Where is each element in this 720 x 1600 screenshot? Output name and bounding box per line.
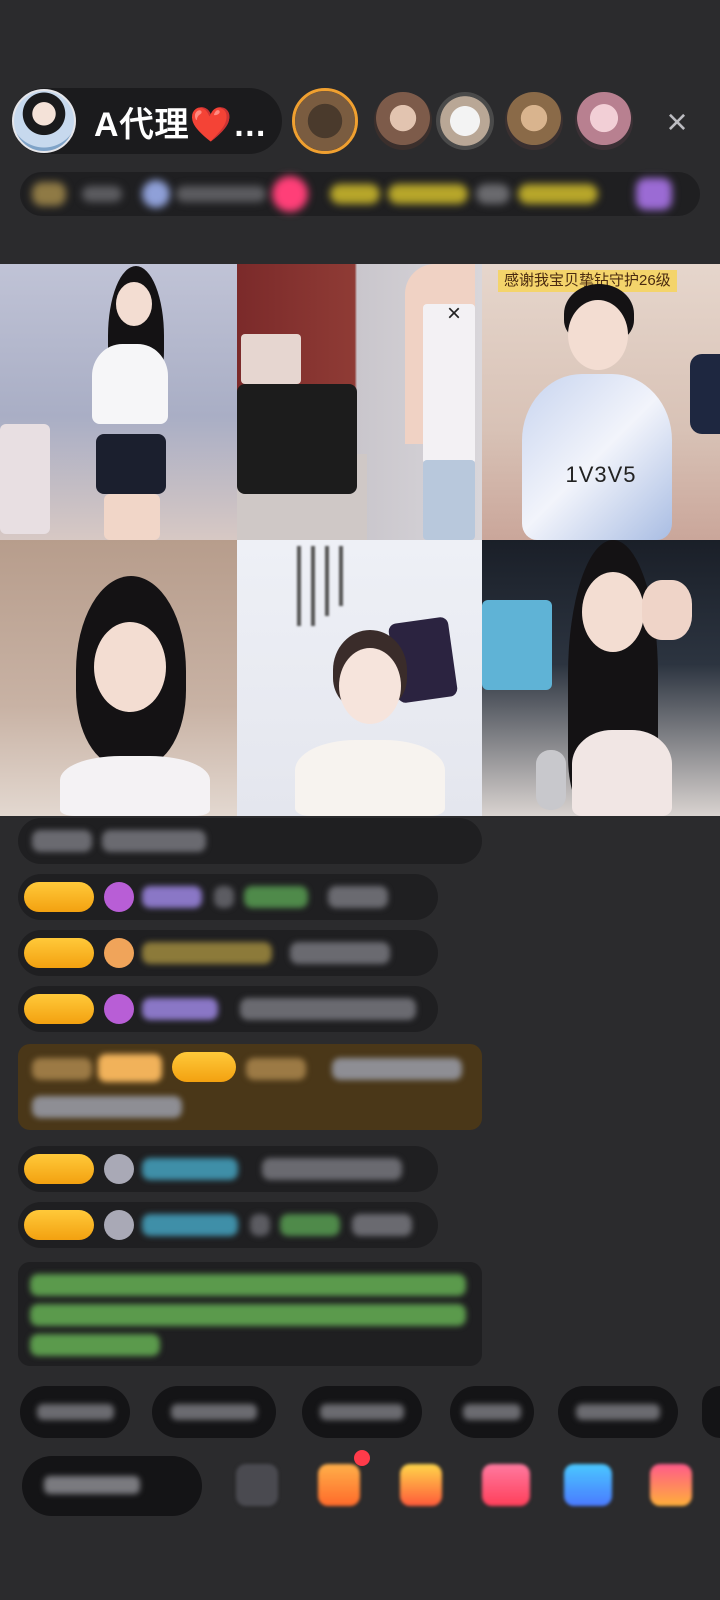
- quick-reply-5[interactable]: [558, 1386, 678, 1438]
- viewer-avatar-3[interactable]: [436, 92, 494, 150]
- viewer-avatar-2[interactable]: [374, 92, 432, 150]
- tag-1: [330, 184, 380, 204]
- wall-calligraphy: [297, 546, 367, 636]
- red-packet-icon[interactable]: [318, 1464, 360, 1506]
- avatar-icon: [104, 1210, 134, 1240]
- diamond-icon: [104, 994, 134, 1024]
- quick-reply-2[interactable]: [152, 1386, 276, 1438]
- host-info-pill[interactable]: A代理❤️…: [12, 88, 282, 154]
- pk-score-label: 1V3V5: [565, 462, 637, 487]
- quick-reply-1[interactable]: [20, 1386, 130, 1438]
- chat-message[interactable]: [18, 818, 482, 864]
- viewer-avatar-1[interactable]: [292, 88, 358, 154]
- chat-message[interactable]: [18, 930, 438, 976]
- user-level-badge: [24, 882, 94, 912]
- chair: [237, 384, 357, 494]
- avatar-icon: [104, 1154, 134, 1184]
- game-icon[interactable]: [482, 1464, 530, 1506]
- viewer-avatar-4[interactable]: [505, 92, 563, 150]
- background-prop: [241, 334, 301, 384]
- streamer-figure: [295, 630, 445, 816]
- chat-input[interactable]: [22, 1456, 202, 1516]
- chat-message[interactable]: [18, 986, 438, 1032]
- video-cell-1[interactable]: [0, 264, 237, 540]
- video-cell-4[interactable]: [0, 540, 237, 816]
- quick-reply-6[interactable]: [702, 1386, 720, 1438]
- streamer-figure: [522, 284, 682, 540]
- video-grid: × 感谢我宝贝挚钻守护26级 1V3V5: [0, 264, 720, 816]
- gift-icon[interactable]: [636, 178, 672, 210]
- streamer-figure: [405, 264, 482, 540]
- microphone: [690, 354, 720, 434]
- user-level-badge: [24, 1154, 94, 1184]
- close-icon[interactable]: ×: [655, 100, 699, 144]
- heat-icon: [142, 180, 170, 208]
- room-info-bar[interactable]: [20, 172, 700, 216]
- user-level-badge: [24, 994, 94, 1024]
- quick-reply-3[interactable]: [302, 1386, 422, 1438]
- rank-text: [82, 186, 122, 202]
- video-cell-3[interactable]: 感谢我宝贝挚钻守护26级 1V3V5: [482, 264, 720, 540]
- quick-reply-4[interactable]: [450, 1386, 534, 1438]
- host-name: A代理❤️…: [94, 105, 268, 144]
- notification-dot: [354, 1450, 370, 1466]
- user-level-badge: [172, 1052, 236, 1082]
- video-cell-6[interactable]: [482, 540, 720, 816]
- more-icon[interactable]: [236, 1464, 278, 1506]
- viewer-avatar-5[interactable]: [575, 92, 633, 150]
- tag-4: [518, 184, 598, 204]
- host-avatar[interactable]: [12, 89, 76, 153]
- diamond-icon: [104, 882, 134, 912]
- streamer-figure: [56, 576, 210, 816]
- microphone: [536, 750, 566, 810]
- system-notice-message: [18, 1262, 482, 1366]
- chat-message[interactable]: [18, 1202, 438, 1248]
- gift-icon[interactable]: [400, 1464, 442, 1506]
- medal-icon: [104, 938, 134, 968]
- background-prop: [0, 424, 50, 534]
- share-icon[interactable]: [564, 1464, 612, 1506]
- video-cell-5[interactable]: [237, 540, 482, 816]
- heat-text: [176, 186, 266, 202]
- close-icon[interactable]: ×: [447, 300, 461, 328]
- streamer-figure: [80, 264, 200, 540]
- rank-badge-icon: [32, 182, 66, 206]
- gift-notice-message[interactable]: [18, 1044, 482, 1130]
- chat-message[interactable]: [18, 1146, 438, 1192]
- user-level-badge: [24, 938, 94, 968]
- follow-icon[interactable]: [272, 176, 308, 212]
- wish-icon[interactable]: [650, 1464, 692, 1506]
- tag-3: [476, 184, 510, 204]
- user-level-badge: [24, 1210, 94, 1240]
- tag-2: [388, 184, 468, 204]
- video-cell-2[interactable]: ×: [237, 264, 482, 540]
- chat-message[interactable]: [18, 874, 438, 920]
